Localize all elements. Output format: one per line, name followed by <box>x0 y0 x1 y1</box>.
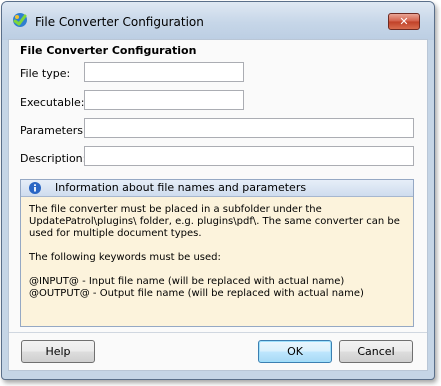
form-heading: File Converter Configuration <box>20 44 197 57</box>
close-button[interactable]: ✕ <box>388 13 420 30</box>
description-label: Description: <box>20 152 87 165</box>
ok-button[interactable]: OK <box>258 340 332 363</box>
info-icon <box>29 182 41 194</box>
executable-label: Executable: <box>20 96 85 109</box>
dialog-content: File Converter Configuration File type: … <box>8 39 428 371</box>
info-panel-text: The file converter must be placed in a s… <box>29 204 409 300</box>
info-text-line: used for multiple document types. <box>29 228 202 239</box>
converter-app-icon <box>12 12 28 28</box>
info-text-line: UpdatePatrol\plugins\ folder, e.g. plugi… <box>29 216 400 227</box>
cancel-button[interactable]: Cancel <box>339 340 413 363</box>
file-type-label: File type: <box>20 67 71 80</box>
parameters-label: Parameters: <box>20 124 87 137</box>
close-icon: ✕ <box>399 15 409 28</box>
info-text-line: The file converter must be placed in a s… <box>29 204 322 215</box>
description-input[interactable] <box>84 146 414 166</box>
info-text-line: @OUTPUT@ - Output file name (will be rep… <box>29 288 364 299</box>
dialog-window: File Converter Configuration ✕ File Conv… <box>1 1 435 380</box>
window-title: File Converter Configuration <box>35 15 204 29</box>
info-panel-title: Information about file names and paramet… <box>55 181 307 194</box>
button-separator <box>9 332 427 333</box>
info-panel-header: Information about file names and paramet… <box>21 180 413 197</box>
executable-input[interactable] <box>84 90 244 110</box>
info-text-line: The following keywords must be used: <box>29 252 221 263</box>
file-type-input[interactable] <box>84 62 244 82</box>
title-bar[interactable]: File Converter Configuration ✕ <box>2 2 434 40</box>
help-button[interactable]: Help <box>21 340 95 363</box>
info-panel: Information about file names and paramet… <box>20 179 414 327</box>
parameters-input[interactable] <box>84 118 414 138</box>
info-text-line: @INPUT@ - Input file name (will be repla… <box>29 276 345 287</box>
